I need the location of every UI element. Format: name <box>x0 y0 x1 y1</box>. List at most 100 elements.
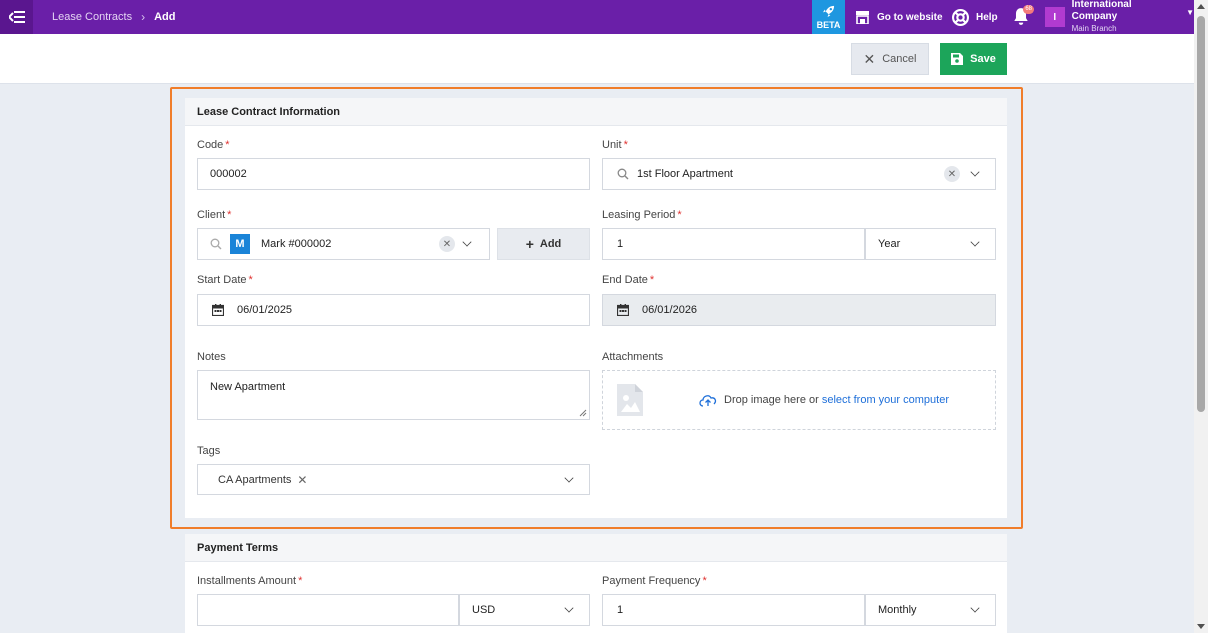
chevron-down-icon[interactable] <box>564 473 574 483</box>
currency-value: USD <box>472 604 496 616</box>
attachments-label-text: Attachments <box>602 351 664 363</box>
notifications-button[interactable]: 68 <box>1012 5 1034 27</box>
rocket-icon <box>822 5 835 17</box>
start-date-label: Start Date * <box>197 274 253 286</box>
clear-client-icon[interactable]: ✕ <box>439 236 455 252</box>
start-date-value: 06/01/2025 <box>237 304 293 316</box>
scroll-up-icon[interactable] <box>1197 4 1205 9</box>
breadcrumb: Lease Contracts › Add <box>52 0 176 34</box>
client-label-text: Client <box>197 209 226 221</box>
required-marker: * <box>225 139 230 151</box>
add-client-button[interactable]: + Add <box>497 228 590 260</box>
installments-amount-input[interactable] <box>197 594 459 626</box>
chevron-down-icon[interactable] <box>970 167 980 177</box>
client-label: Client * <box>197 209 231 221</box>
start-date-label-text: Start Date <box>197 274 247 286</box>
tag-label: CA Apartments <box>218 473 292 486</box>
end-date-label-text: End Date <box>602 274 648 286</box>
notes-value: New Apartment <box>210 381 286 393</box>
code-value: 000002 <box>210 168 247 180</box>
leasing-period-value: 1 <box>617 238 624 250</box>
tags-label: Tags <box>197 445 220 457</box>
section-title: Payment Terms <box>185 534 1007 562</box>
breadcrumb-current: Add <box>154 11 176 23</box>
breadcrumb-lease-contracts[interactable]: Lease Contracts <box>52 11 132 23</box>
chevron-down-icon[interactable] <box>970 603 980 613</box>
client-avatar: M <box>230 234 250 254</box>
chevron-down-icon[interactable] <box>564 603 574 613</box>
search-icon <box>210 238 222 250</box>
page-scrollbar[interactable] <box>1194 0 1208 633</box>
notification-badge: 68 <box>1023 5 1034 14</box>
plus-icon: + <box>525 236 534 252</box>
scrollbar-thumb[interactable] <box>1197 16 1205 412</box>
start-date-input[interactable]: 06/01/2025 <box>197 294 590 326</box>
go-to-website-link[interactable]: Go to website <box>855 0 943 34</box>
remove-tag-icon[interactable]: ✕ <box>297 473 307 487</box>
search-icon <box>617 168 629 180</box>
required-marker: * <box>227 209 232 221</box>
required-marker: * <box>623 139 628 151</box>
scroll-down-icon[interactable] <box>1197 624 1205 629</box>
unit-select[interactable]: 1st Floor Apartment ✕ <box>602 158 996 190</box>
beta-label: BETA <box>816 19 841 30</box>
lease-contract-information-panel: Lease Contract Information Code * 000002 … <box>185 98 1007 518</box>
notes-label-text: Notes <box>197 351 226 363</box>
attachments-dropzone[interactable]: Drop image here or select from your comp… <box>602 370 996 430</box>
end-date-value: 06/01/2026 <box>642 304 698 316</box>
notes-textarea[interactable]: New Apartment <box>197 370 590 420</box>
help-link[interactable]: Help <box>952 0 998 34</box>
select-from-computer-link[interactable]: select from your computer <box>822 394 949 406</box>
company-name: International Company <box>1071 0 1132 22</box>
payment-frequency-value: 1 <box>617 604 624 616</box>
tag-chip: CA Apartments ✕ <box>210 472 312 487</box>
clear-unit-icon[interactable]: ✕ <box>944 166 960 182</box>
cloud-upload-icon <box>699 395 717 407</box>
code-label-text: Code <box>197 139 224 151</box>
add-client-label: Add <box>539 238 562 250</box>
leasing-period-label-text: Leasing Period <box>602 209 676 221</box>
company-avatar: I <box>1045 7 1065 27</box>
leasing-period-label: Leasing Period * <box>602 209 682 221</box>
attachments-label: Attachments <box>602 351 663 363</box>
menu-toggle-button[interactable] <box>0 0 33 34</box>
payment-frequency-label-text: Payment Frequency <box>602 575 701 587</box>
payment-frequency-input[interactable]: 1 <box>602 594 865 626</box>
beta-button[interactable]: BETA <box>812 0 845 34</box>
end-date-input: 06/01/2026 <box>602 294 996 326</box>
store-icon <box>856 10 869 24</box>
leasing-period-input[interactable]: 1 <box>602 228 865 260</box>
required-marker: * <box>248 274 253 286</box>
top-navigation-bar: Lease Contracts › Add BETA Go to website… <box>0 0 1194 34</box>
payment-terms-panel: Payment Terms Installments Amount * USD P… <box>185 534 1007 633</box>
leasing-period-unit-value: Year <box>878 238 901 250</box>
calendar-icon <box>212 304 224 316</box>
unit-label-text: Unit <box>602 139 622 151</box>
payment-frequency-unit-select[interactable]: Monthly <box>865 594 996 626</box>
payment-frequency-label: Payment Frequency * <box>602 575 707 587</box>
required-marker: * <box>649 274 655 286</box>
tags-label-text: Tags <box>197 445 221 457</box>
section-title: Lease Contract Information <box>185 98 1007 126</box>
breadcrumb-chevron-icon: › <box>141 10 146 24</box>
menu-collapse-icon <box>8 11 25 23</box>
installments-amount-label: Installments Amount * <box>197 575 302 587</box>
caret-down-icon: ▼ <box>1186 7 1194 17</box>
currency-select[interactable]: USD <box>459 594 590 626</box>
code-input[interactable]: 000002 <box>197 158 590 190</box>
resize-handle-icon[interactable] <box>579 409 587 417</box>
required-marker: * <box>298 575 303 587</box>
company-switcher[interactable]: I International Company Main Branch ▼ <box>1045 0 1194 34</box>
cancel-button[interactable]: ✕ Cancel <box>851 43 929 75</box>
save-button[interactable]: Save <box>940 43 1007 75</box>
client-select[interactable]: M Mark #000002 ✕ <box>197 228 490 260</box>
chevron-down-icon[interactable] <box>462 237 472 247</box>
save-label: Save <box>970 53 996 65</box>
close-icon: ✕ <box>863 50 876 67</box>
chevron-down-icon[interactable] <box>970 237 980 247</box>
tags-select[interactable]: CA Apartments ✕ <box>197 464 590 495</box>
cancel-label: Cancel <box>882 53 917 65</box>
lifebuoy-icon <box>952 8 969 26</box>
leasing-period-unit-select[interactable]: Year <box>865 228 996 260</box>
notes-label: Notes <box>197 351 226 363</box>
